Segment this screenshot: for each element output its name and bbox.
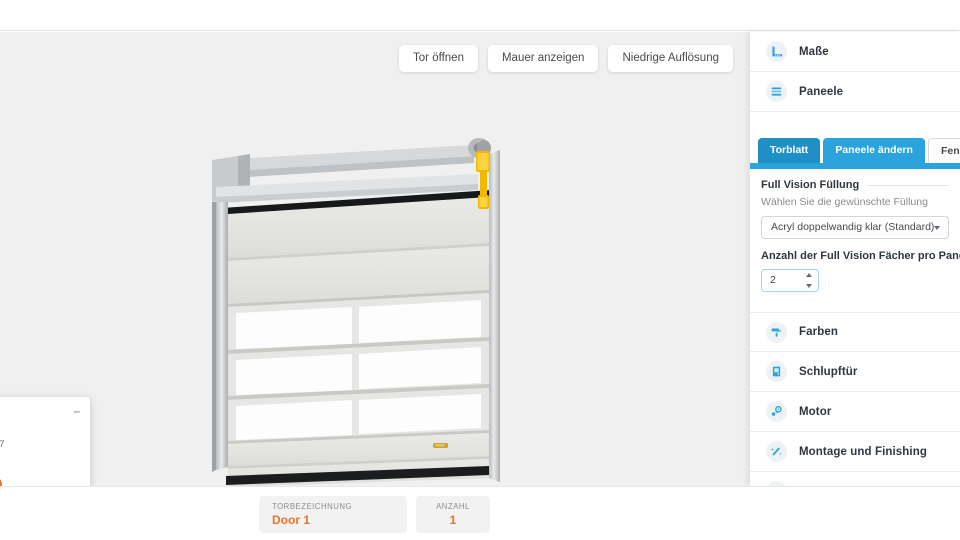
sidebar-item-paneele[interactable]: Paneele — [750, 72, 960, 112]
fenster-panel-body: Full Vision Füllung Wählen Sie die gewün… — [750, 169, 960, 292]
sidebar-item-label: Paneele — [799, 85, 844, 98]
door-3d-render — [212, 138, 500, 486]
title-rule — [867, 184, 949, 186]
door-name-label: TORBEZEICHNUNG — [272, 502, 353, 511]
sidebar-item-label: Motor — [799, 405, 832, 418]
paint-roller-icon — [766, 321, 787, 343]
ruler-icon — [766, 41, 787, 62]
sidebar-item-masse[interactable]: Maße — [750, 32, 960, 72]
door-name-value: Door 1 — [272, 513, 311, 527]
filling-select[interactable]: Acryl doppelwandig klar (Standard) — [761, 216, 949, 239]
chevron-down-icon — [934, 226, 940, 230]
show-wall-button[interactable]: Mauer anzeigen — [487, 45, 599, 72]
viewport-action-buttons: Tor öffnen Mauer anzeigen Niedrige Auflö… — [399, 45, 733, 72]
specifications-header: Spezifikationen – — [0, 405, 80, 418]
stepper-down-icon[interactable] — [806, 284, 812, 288]
specifications-popup[interactable]: Spezifikationen – n x Höhe 4000 mm el in… — [0, 397, 90, 486]
sidebar-item-steuerung-bedienung[interactable]: Steuerung und Bedienung — [750, 472, 960, 486]
show-options-button[interactable]: nen anzeigen — [0, 473, 2, 486]
bottom-bar: TORBEZEICHNUNG Door 1 ANZAHL 1 Meine Tor… — [0, 486, 960, 540]
sidebar-item-label: Maße — [799, 45, 829, 58]
stepper-arrows[interactable] — [805, 273, 813, 288]
low-resolution-button[interactable]: Niedrige Auflösung — [608, 45, 733, 72]
quantity-label: ANZAHL — [436, 502, 470, 511]
stepper-value: 2 — [770, 274, 776, 286]
field-title-text: Anzahl der Full Vision Fächer pro Panel — [761, 250, 960, 262]
sidebar-item-label: Schlupftür — [799, 365, 858, 378]
quantity-card[interactable]: ANZAHL 1 — [416, 496, 490, 533]
quantity-value: 1 — [449, 513, 457, 527]
collapse-icon[interactable]: – — [67, 405, 80, 417]
tab-paneele-aendern[interactable]: Paneele ändern — [823, 138, 925, 163]
wicket-door-icon — [766, 361, 787, 382]
specification-line: n x Höhe 4000 mm — [0, 424, 80, 438]
sidebar-item-schlupftuer[interactable]: Schlupftür — [750, 352, 960, 392]
specification-line: el in Position 3,4,5 — [0, 451, 80, 465]
specification-line: el in Position 1,2,6,7 — [0, 438, 5, 450]
open-door-button[interactable]: Tor öffnen — [399, 45, 478, 72]
tab-torblatt[interactable]: Torblatt — [758, 138, 821, 163]
configuration-sidebar: Maße Paneele Torblatt Paneele ändern Fen… — [750, 32, 960, 486]
sidebar-item-label: Farben — [799, 326, 838, 338]
sidebar-item-farben[interactable]: Farben — [750, 312, 960, 352]
top-strip — [0, 0, 960, 31]
motor-icon — [766, 401, 787, 422]
tab-fenster[interactable]: Fenster — [927, 138, 960, 163]
door-3d-viewport[interactable]: Tor öffnen Mauer anzeigen Niedrige Auflö… — [0, 32, 750, 486]
field-title-text: Full Vision Füllung — [761, 179, 860, 191]
sidebar-item-montage-finishing[interactable]: Montage und Finishing — [750, 432, 960, 472]
full-vision-filling-subtitle: Wählen Sie die gewünschte Füllung — [761, 196, 928, 208]
sidebar-item-motor[interactable]: Motor — [750, 392, 960, 432]
magic-wand-icon — [766, 441, 787, 462]
full-vision-filling-title: Full Vision Füllung — [761, 179, 949, 191]
door-name-card[interactable]: TORBEZEICHNUNG Door 1 — [259, 496, 407, 533]
filling-select-value: Acryl doppelwandig klar (Standard) — [771, 221, 935, 233]
sidebar-item-label: Montage und Finishing — [799, 445, 927, 458]
panel-tabs: Torblatt Paneele ändern Fenster — [750, 138, 960, 163]
panels-icon — [766, 81, 787, 102]
stepper-up-icon[interactable] — [806, 273, 812, 277]
full-vision-count-stepper[interactable]: 2 — [761, 269, 819, 292]
configurator-app: Tor öffnen Mauer anzeigen Niedrige Auflö… — [0, 0, 960, 540]
full-vision-count-title: Anzahl der Full Vision Fächer pro Panel — [761, 250, 960, 262]
